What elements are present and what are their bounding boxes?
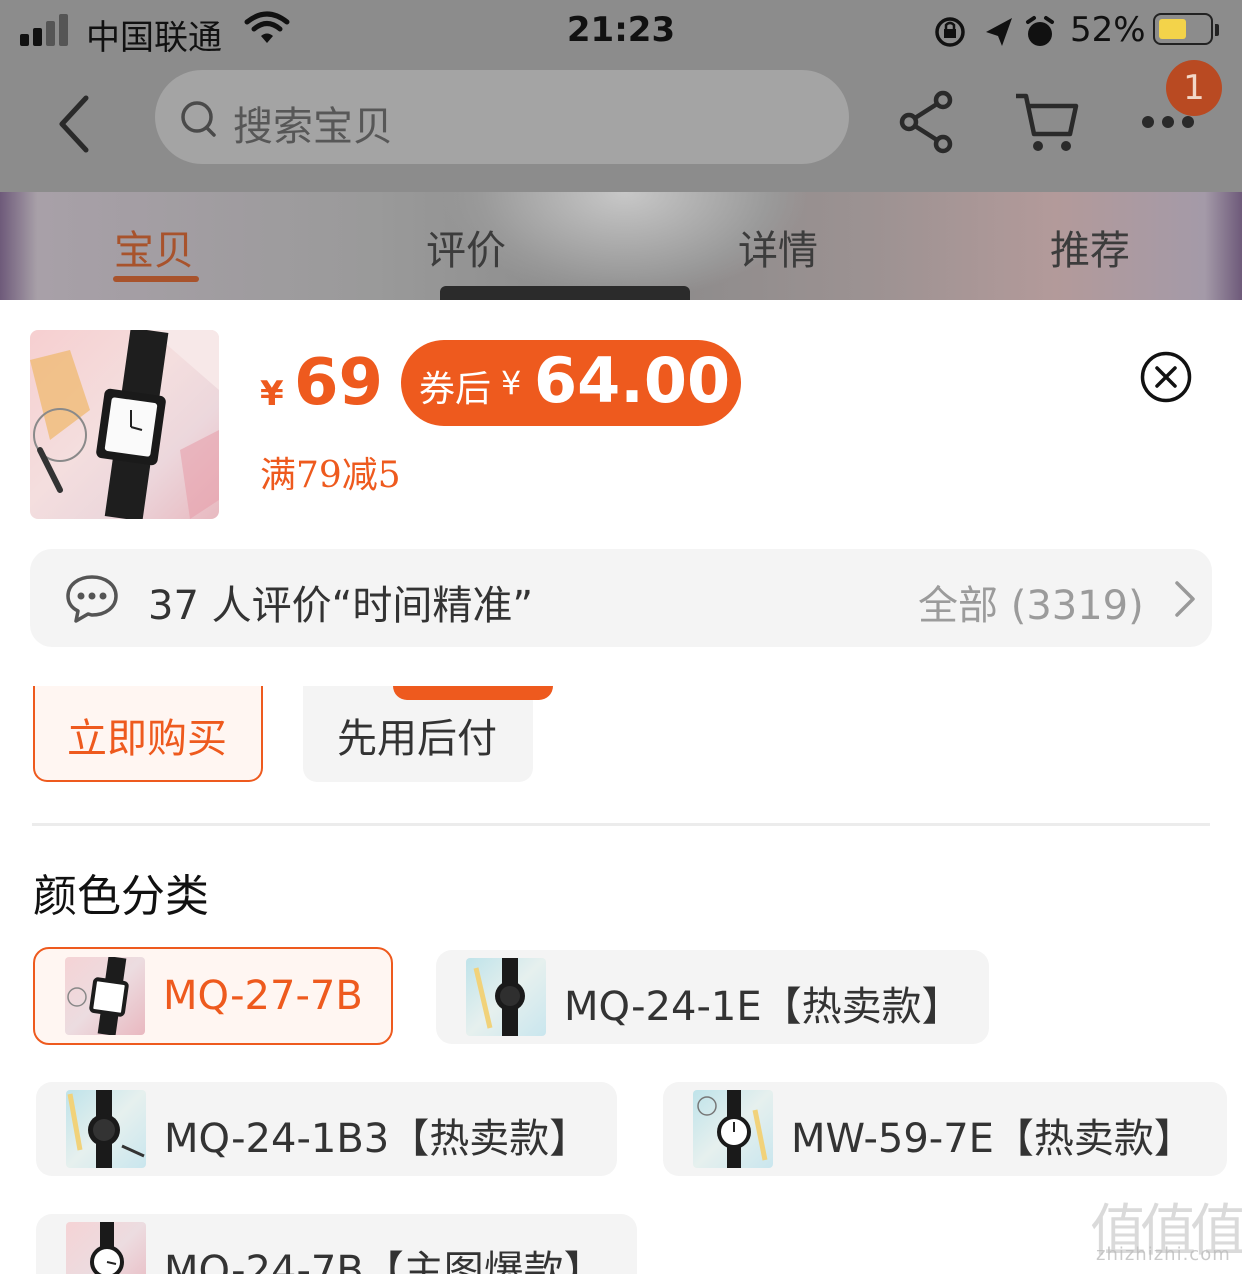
tab-active-indicator bbox=[113, 276, 199, 282]
share-icon[interactable] bbox=[898, 90, 956, 154]
pay-later-tag bbox=[393, 686, 553, 700]
nav-bar: 搜索宝贝 bbox=[0, 64, 1242, 192]
review-summary-bar[interactable]: 37 人评价“时间精准” 全部 (3319) bbox=[30, 549, 1212, 647]
review-summary-text: 37 人评价“时间精准” bbox=[148, 583, 534, 629]
option-thumbnail bbox=[466, 958, 546, 1036]
coupon-label: 券后 bbox=[419, 369, 492, 410]
product-thumbnail[interactable] bbox=[30, 330, 219, 519]
pay-later-label: 先用后付 bbox=[337, 716, 497, 762]
option-thumbnail bbox=[693, 1090, 773, 1168]
status-icons bbox=[935, 16, 1054, 47]
cart-icon[interactable] bbox=[1012, 90, 1082, 154]
search-placeholder: 搜索宝贝 bbox=[233, 104, 393, 150]
promo-text: 满79减5 bbox=[260, 455, 401, 496]
location-icon bbox=[986, 18, 1012, 46]
color-section-title: 颜色分类 bbox=[33, 871, 209, 922]
option-label: MQ-27-7B bbox=[163, 973, 363, 1019]
option-thumbnail bbox=[66, 1090, 146, 1168]
close-icon[interactable] bbox=[1140, 351, 1192, 403]
dimmed-background[interactable]: 中国联通 21:23 52% 搜索宝贝 1 宝贝 评价 详情 推荐 bbox=[0, 0, 1242, 300]
color-option-mq-24-1e[interactable]: MQ-24-1E【热卖款】 bbox=[436, 950, 989, 1044]
tab-details[interactable]: 详情 bbox=[738, 218, 818, 276]
color-option-mq-24-1b3[interactable]: MQ-24-1B3【热卖款】 bbox=[36, 1082, 617, 1176]
option-label: MQ-24-1E【热卖款】 bbox=[564, 984, 962, 1030]
chat-bubble-icon bbox=[66, 575, 118, 623]
status-bar: 中国联通 21:23 52% bbox=[0, 0, 1242, 64]
site-watermark: 值值值 zhizhizhi.com bbox=[1090, 1186, 1242, 1267]
chevron-right-icon bbox=[1175, 581, 1195, 617]
price-value: 69 bbox=[294, 346, 384, 420]
option-label: MQ-24-1B3【热卖款】 bbox=[164, 1116, 590, 1162]
option-thumbnail bbox=[66, 1222, 146, 1274]
color-option-mq-27-7b[interactable]: MQ-27-7B bbox=[33, 947, 393, 1045]
tab-bar: 宝贝 评价 详情 推荐 bbox=[0, 200, 1242, 300]
watch-image bbox=[30, 330, 219, 519]
option-label: MW-59-7E【热卖款】 bbox=[791, 1116, 1194, 1162]
search-input[interactable]: 搜索宝贝 bbox=[155, 70, 849, 164]
back-icon[interactable] bbox=[50, 92, 100, 156]
color-option-mw-59-7e[interactable]: MW-59-7E【热卖款】 bbox=[663, 1082, 1227, 1176]
buy-now-option[interactable]: 立即购买 bbox=[33, 686, 263, 782]
option-thumbnail bbox=[65, 957, 145, 1035]
rotation-lock-icon bbox=[935, 17, 965, 47]
divider bbox=[32, 823, 1210, 826]
coupon-currency: ¥ bbox=[501, 364, 522, 402]
search-icon bbox=[181, 101, 216, 137]
coupon-price: 64.00 bbox=[534, 344, 731, 417]
watermark-url: zhizhizhi.com bbox=[1096, 1244, 1231, 1265]
cart-badge: 1 bbox=[1166, 60, 1222, 116]
tab-reviews[interactable]: 评价 bbox=[426, 218, 506, 276]
tab-recommend[interactable]: 推荐 bbox=[1050, 218, 1130, 276]
option-label: MQ-24-7B【主图爆款】 bbox=[164, 1248, 604, 1274]
pay-later-option[interactable]: 先用后付 bbox=[303, 686, 533, 782]
battery-percent: 52% bbox=[1070, 10, 1146, 50]
battery-icon bbox=[1153, 13, 1219, 45]
tab-baobei[interactable]: 宝贝 bbox=[114, 218, 194, 276]
buy-now-label: 立即购买 bbox=[67, 716, 227, 762]
alarm-icon bbox=[1026, 16, 1054, 46]
color-option-mq-24-7b[interactable]: MQ-24-7B【主图爆款】 bbox=[36, 1214, 637, 1274]
coupon-price-pill: 券后 ¥ 64.00 bbox=[401, 340, 741, 426]
price-currency: ¥ bbox=[260, 374, 284, 414]
sku-sheet: ¥ 69 券后 ¥ 64.00 满79减5 37 人评价“时间精准” 全部 (3… bbox=[0, 300, 1242, 1274]
review-all-count: 全部 (3319) bbox=[918, 583, 1144, 629]
